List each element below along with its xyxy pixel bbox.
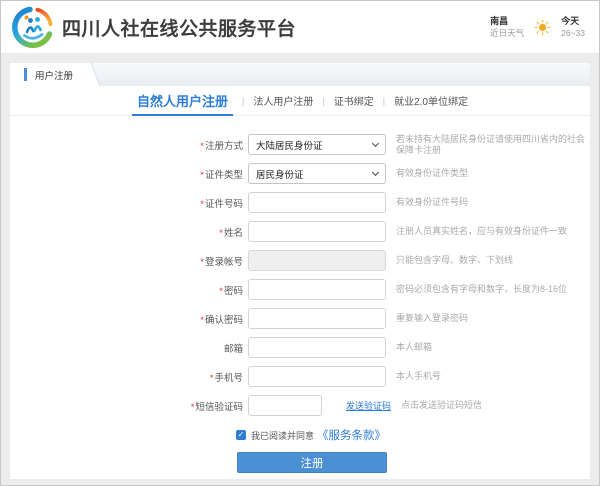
form-row-sms-code: *短信验证码 发送验证码 点击发送验证码短信 — [10, 391, 590, 420]
field-label: 证件类型 — [205, 170, 243, 181]
field-label: 邮箱 — [224, 344, 243, 355]
breadcrumb-strip: 用户注册 — [10, 63, 590, 86]
send-code-link[interactable]: 发送验证码 — [346, 399, 391, 412]
weather-recent-label: 近日天气 — [490, 27, 524, 39]
field-hint: 重复输入登录密码 — [396, 313, 590, 324]
select-value: 居民身份证 — [256, 167, 304, 181]
login-account-input[interactable] — [248, 250, 386, 271]
form-row-name: *姓名 注册人员真实姓名，应与有效身份证件一致 — [10, 217, 590, 246]
register-button[interactable]: 注册 — [237, 452, 387, 473]
weather-today-label: 今天 — [561, 15, 585, 27]
agreement-text: 我已阅读并同意 — [251, 429, 314, 442]
field-hint: 若未持有大陆居民身份证请使用四川省内的社会保障卡注册 — [396, 134, 590, 156]
mobile-input[interactable] — [248, 366, 386, 387]
weather-city-block: 南昌 近日天气 — [490, 15, 524, 39]
required-asterisk: * — [219, 228, 223, 239]
select-value: 大陆居民身份证 — [256, 138, 323, 152]
tab-separator: | — [322, 96, 324, 106]
email-input[interactable] — [248, 337, 386, 358]
register-method-select[interactable]: 大陆居民身份证 — [248, 134, 386, 155]
required-asterisk: * — [210, 373, 214, 384]
breadcrumb-label: 用户注册 — [35, 68, 73, 82]
breadcrumb-accent-bar — [24, 68, 27, 81]
field-hint: 只能包含字母、数字、下划线 — [396, 255, 590, 266]
form-row-id-number: *证件号码 有效身份证件号码 — [10, 188, 590, 217]
confirm-password-input[interactable] — [248, 308, 386, 329]
chevron-down-icon — [372, 169, 379, 176]
header: 四川人社在线公共服务平台 南昌 近日天气 今天 26~33 — [1, 1, 599, 53]
weather-temperature: 26~33 — [561, 27, 585, 39]
password-input[interactable] — [248, 279, 386, 300]
form-row-register-method: *注册方式 大陆居民身份证 若未持有大陆居民身份证请使用四川省内的社会保障卡注册 — [10, 130, 590, 159]
form-row-mobile: *手机号 本人手机号 — [10, 362, 590, 391]
required-asterisk: * — [200, 170, 204, 181]
weather-city: 南昌 — [490, 15, 524, 27]
agreement-checkbox[interactable]: ✓ — [236, 430, 246, 440]
weather-widget: 南昌 近日天气 今天 26~33 — [490, 15, 589, 39]
terms-of-service-link[interactable]: 《服务条款》 — [317, 427, 386, 443]
field-hint: 注册人员真实姓名，应与有效身份证件一致 — [396, 226, 590, 237]
required-asterisk: * — [200, 315, 204, 326]
field-label: 确认密码 — [205, 315, 243, 326]
tab-legal-person-register[interactable]: 法人用户注册 — [253, 93, 313, 108]
content-card: 用户注册 自然人用户注册 | 法人用户注册 | 证书绑定 | 就业2.0单位绑定… — [10, 63, 590, 479]
id-number-input[interactable] — [248, 192, 386, 213]
tab-certificate-bind[interactable]: 证书绑定 — [334, 93, 374, 108]
sun-icon — [534, 19, 551, 36]
field-hint: 有效身份证件类型 — [396, 168, 590, 179]
field-hint: 本人邮箱 — [396, 342, 590, 353]
register-tabs: 自然人用户注册 | 法人用户注册 | 证书绑定 | 就业2.0单位绑定 — [10, 86, 590, 116]
form-row-password: *密码 密码必须包含有字母和数字，长度为8-16位 — [10, 275, 590, 304]
id-type-select[interactable]: 居民身份证 — [248, 163, 386, 184]
required-asterisk: * — [200, 257, 204, 268]
site-title: 四川人社在线公共服务平台 — [62, 14, 296, 41]
weather-today-block: 今天 26~33 — [561, 15, 585, 39]
field-label: 密码 — [224, 286, 243, 297]
name-input[interactable] — [248, 221, 386, 242]
sms-code-input[interactable] — [248, 395, 322, 416]
tab-separator: | — [383, 96, 385, 106]
chevron-down-icon — [372, 140, 379, 147]
field-label: 手机号 — [214, 373, 243, 384]
required-asterisk: * — [219, 286, 223, 297]
tab-natural-person-register[interactable]: 自然人用户注册 — [132, 87, 233, 116]
agreement-row: ✓ 我已阅读并同意 《服务条款》 — [236, 427, 590, 443]
tab-separator: | — [242, 96, 244, 106]
field-label: 注册方式 — [205, 141, 243, 152]
form-row-confirm-password: *确认密码 重复输入登录密码 — [10, 304, 590, 333]
field-label: 登录帐号 — [205, 257, 243, 268]
breadcrumb: 用户注册 — [24, 63, 73, 86]
form-row-email: 邮箱 本人邮箱 — [10, 333, 590, 362]
register-form: *注册方式 大陆居民身份证 若未持有大陆居民身份证请使用四川省内的社会保障卡注册… — [10, 116, 590, 473]
form-row-id-type: *证件类型 居民身份证 有效身份证件类型 — [10, 159, 590, 188]
page: 四川人社在线公共服务平台 南昌 近日天气 今天 26~33 — [0, 0, 600, 486]
required-asterisk: * — [191, 402, 195, 413]
field-label: 短信验证码 — [195, 402, 243, 413]
tab-employment-unit-bind[interactable]: 就业2.0单位绑定 — [394, 93, 468, 108]
field-label: 证件号码 — [205, 199, 243, 210]
field-hint: 本人手机号 — [396, 371, 590, 382]
required-asterisk: * — [200, 141, 204, 152]
field-hint: 有效身份证件号码 — [396, 197, 590, 208]
sichuan-hrss-logo-icon — [11, 5, 55, 49]
form-row-account: *登录帐号 只能包含字母、数字、下划线 — [10, 246, 590, 275]
field-hint: 点击发送验证码短信 — [401, 400, 590, 411]
required-asterisk: * — [200, 199, 204, 210]
field-hint: 密码必须包含有字母和数字，长度为8-16位 — [396, 284, 590, 295]
field-label: 姓名 — [224, 228, 243, 239]
